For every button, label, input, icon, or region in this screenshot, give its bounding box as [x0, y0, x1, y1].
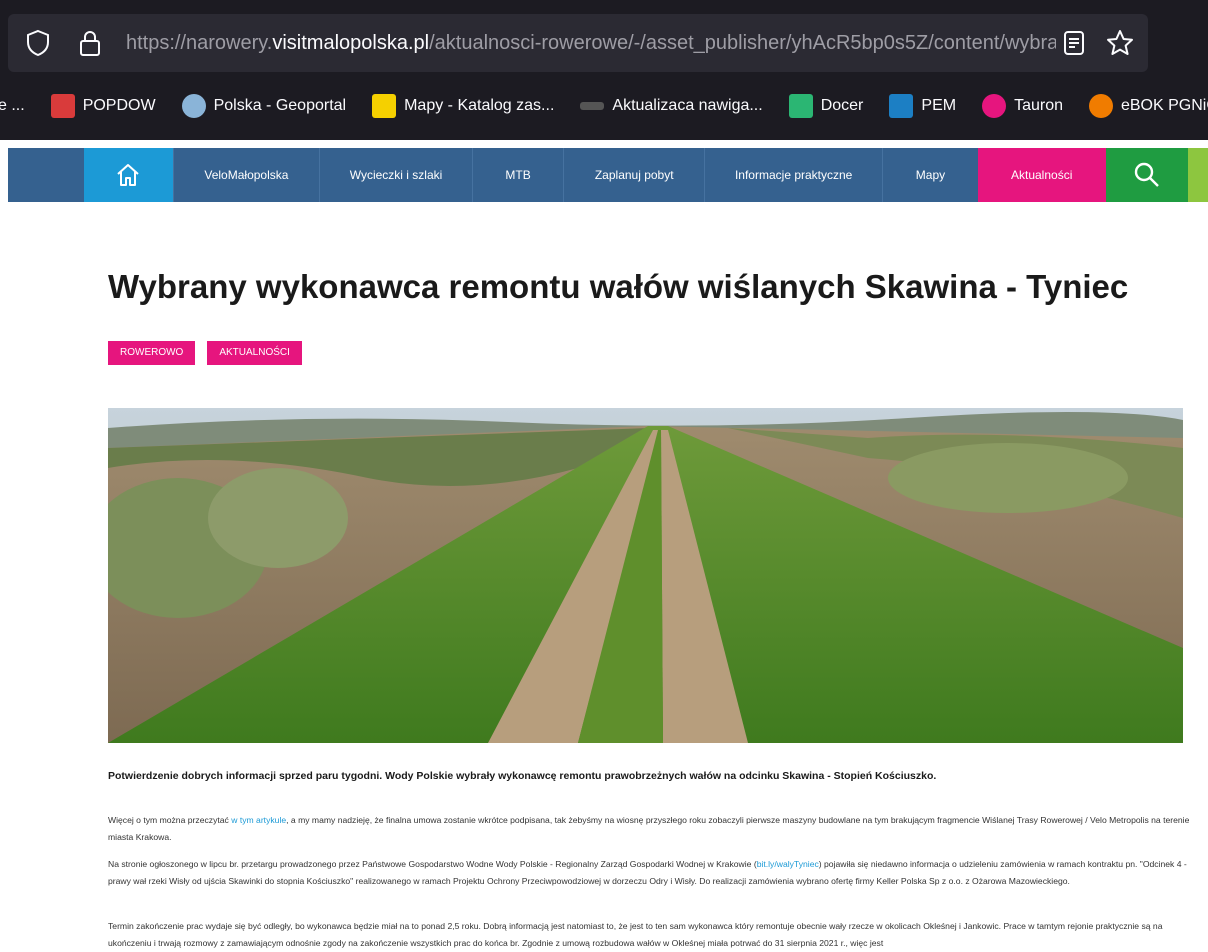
tauron-icon [982, 94, 1007, 118]
browser-chrome: https://narowery.visitmalopolska.pl/aktu… [0, 0, 1208, 140]
bookmark-item[interactable]: Docer [788, 94, 863, 118]
bookmark-item[interactable]: PEM [889, 94, 956, 118]
nav-mtb[interactable]: MTB [473, 148, 565, 202]
nav-wycieczki[interactable]: Wycieczki i szlaki [320, 148, 473, 202]
bookmark-item[interactable]: Aktualizaca nawiga... [580, 97, 763, 115]
bookmark-item[interactable]: POPDOW [50, 94, 156, 118]
bookmark-item[interactable]: Tauron [982, 94, 1063, 118]
article-lead: Potwierdzenie dobrych informacji sprzed … [108, 770, 937, 782]
article-title: Wybrany wykonawca remontu wałów wiślanyc… [108, 268, 1129, 305]
nav-aktualnosci[interactable]: Aktualności [977, 148, 1106, 202]
shield-icon[interactable] [22, 14, 54, 72]
search-button[interactable] [1105, 148, 1189, 202]
walytyniec-link[interactable]: bit.ly/walyTyniec [757, 859, 819, 869]
site-nav: VeloMałopolska Wycieczki i szlaki MTB Za… [8, 148, 1208, 202]
bookmark-item[interactable]: eBOK PGNiG [1088, 94, 1208, 118]
nav-velomalopolska[interactable]: VeloMałopolska [174, 148, 321, 202]
bookmark-star-icon[interactable] [1104, 14, 1136, 72]
reader-view-icon[interactable] [1060, 14, 1088, 72]
mapy-icon [372, 94, 397, 118]
article-link[interactable]: w tym artykule [231, 815, 286, 825]
pem-icon [889, 94, 914, 118]
popdow-icon [50, 94, 75, 118]
bookmarks-toolbar: e ... POPDOW Polska - Geoportal Mapy - K… [0, 80, 1208, 132]
tag-rowerowo[interactable]: ROWEROWO [108, 341, 196, 365]
bookmark-item[interactable]: Polska - Geoportal [181, 94, 346, 118]
search-icon [1134, 162, 1159, 187]
lock-icon[interactable] [74, 14, 106, 72]
docer-icon [788, 94, 813, 118]
home-button[interactable] [84, 148, 174, 202]
article-hero-image [108, 408, 1183, 743]
geoportal-icon [181, 94, 206, 118]
bookmark-item[interactable]: Mapy - Katalog zas... [372, 94, 554, 118]
bookmark-item[interactable]: e ... [0, 97, 25, 115]
article-tags: ROWEROWO AKTUALNOŚCI [108, 341, 302, 365]
nav-zaplanuj-pobyt[interactable]: Zaplanuj pobyt [564, 148, 706, 202]
article-paragraph-1: Więcej o tym można przeczytać w tym arty… [108, 815, 1190, 842]
pgnig-icon [1088, 94, 1113, 118]
home-icon [117, 164, 139, 186]
tag-aktualnosci[interactable]: AKTUALNOŚCI [207, 341, 302, 365]
nav-mapy[interactable]: Mapy [883, 148, 977, 202]
nav-informacje-praktyczne[interactable]: Informacje praktyczne [705, 148, 884, 202]
address-bar[interactable]: https://narowery.visitmalopolska.pl/aktu… [8, 14, 1148, 72]
nav-accent [1188, 148, 1208, 202]
kia-icon [580, 102, 605, 110]
url-text[interactable]: https://narowery.visitmalopolska.pl/aktu… [126, 14, 1056, 72]
article-paragraph-2: Na stronie ogłoszonego w lipcu br. przet… [108, 859, 1187, 886]
